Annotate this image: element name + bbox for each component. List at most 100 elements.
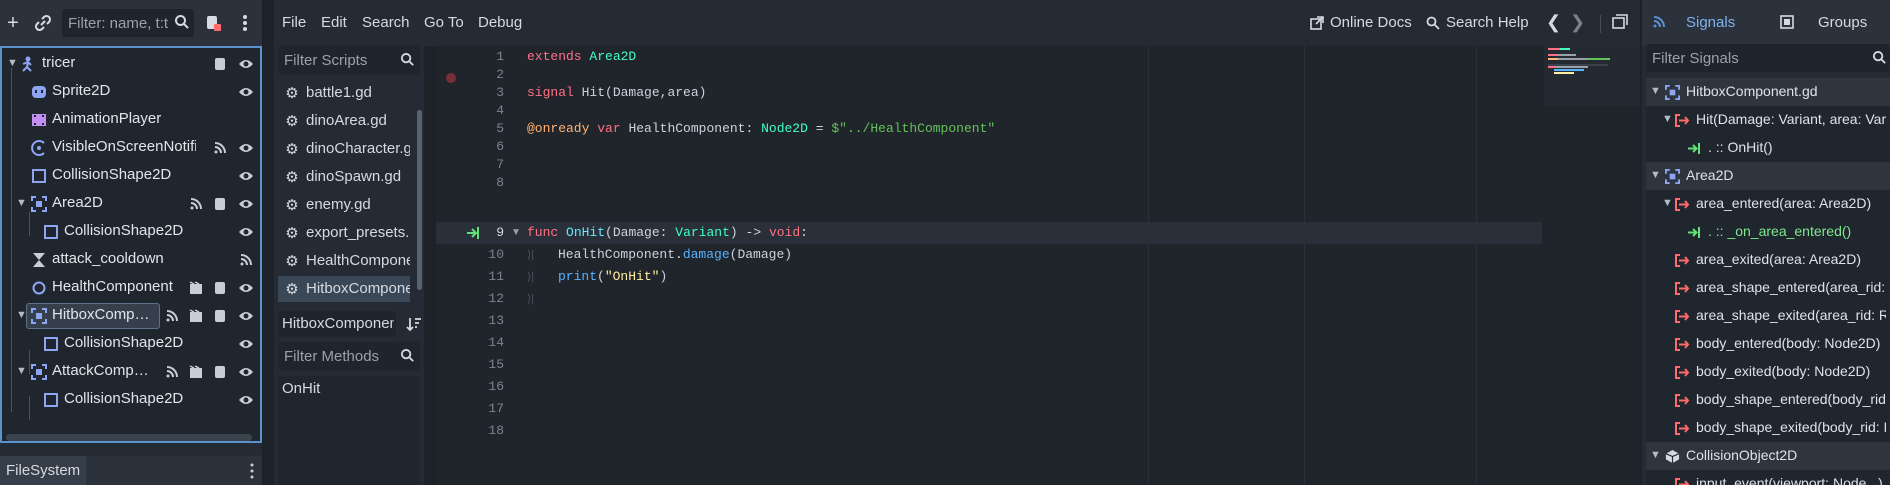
signal-connection-onhit[interactable]: . :: OnHit() xyxy=(1646,134,1890,162)
visibility-eye-icon[interactable] xyxy=(238,280,254,296)
chevron-down-icon[interactable]: ▼ xyxy=(16,309,27,321)
dock-splitter[interactable] xyxy=(262,0,274,485)
distraction-free-icon[interactable] xyxy=(1612,14,1628,34)
tree-node-area2d[interactable]: ▼ Area2D xyxy=(2,190,260,218)
signal-group-collisionobject2d[interactable]: ▼ CollisionObject2D xyxy=(1646,442,1890,470)
signal-icon[interactable] xyxy=(212,140,228,156)
chevron-down-icon[interactable]: ▼ xyxy=(1650,169,1661,181)
script-item-export-presets[interactable]: ⚙ export_presets.cfg xyxy=(278,220,410,246)
instance-icon[interactable] xyxy=(188,364,204,380)
signal-input-event[interactable]: input_event(viewport: Node...) xyxy=(1646,470,1890,485)
script-item-dinospawn[interactable]: ⚙ dinoSpawn.gd xyxy=(278,164,410,190)
signal-area-shape-entered[interactable]: area_shape_entered(area_rid: RID...) xyxy=(1646,274,1890,302)
visibility-eye-icon[interactable] xyxy=(238,84,254,100)
method-item-onhit[interactable]: OnHit xyxy=(282,380,320,397)
chevron-down-icon[interactable]: ▼ xyxy=(1650,449,1661,461)
search-icon[interactable] xyxy=(1872,50,1887,69)
add-node-icon[interactable]: + xyxy=(0,10,26,36)
script-list-scrollbar[interactable] xyxy=(417,110,422,290)
script-icon[interactable] xyxy=(212,280,228,296)
search-help-button[interactable]: Search Help xyxy=(1426,14,1529,31)
signal-area-entered[interactable]: ▼ area_entered(area: Area2D) xyxy=(1646,190,1890,218)
tree-node-collisionshape2d[interactable]: CollisionShape2D xyxy=(2,218,260,246)
tree-node-collisionshape2d[interactable]: CollisionShape2D xyxy=(2,162,260,190)
signal-icon[interactable] xyxy=(164,308,180,324)
chevron-down-icon[interactable]: ▼ xyxy=(1662,197,1673,209)
chevron-down-icon[interactable]: ▼ xyxy=(16,197,27,209)
instance-icon[interactable] xyxy=(188,280,204,296)
search-icon[interactable] xyxy=(400,348,415,367)
tree-node-attackcomponent[interactable]: ▼ AttackComponent xyxy=(2,358,260,386)
script-item-dinocharacter[interactable]: ⚙ dinoCharacter.gd xyxy=(278,136,410,162)
signal-icon[interactable] xyxy=(164,364,180,380)
more-options-icon[interactable] xyxy=(232,10,258,36)
code-editor[interactable]: ▼ 1 2 3 4 5 6 7 8 9 10 11 12 13 14 15 16… xyxy=(436,46,1640,485)
tree-node-visibleonscreennotifier2d[interactable]: VisibleOnScreenNotifier2D xyxy=(2,134,260,162)
scene-filter-input[interactable] xyxy=(68,13,168,33)
code-minimap[interactable] xyxy=(1544,46,1640,106)
visibility-eye-icon[interactable] xyxy=(238,224,254,240)
script-filter-input[interactable] xyxy=(284,50,394,70)
script-item-healthcomponent[interactable]: ⚙ HealthComponent.gd xyxy=(278,248,410,274)
tree-node-animationplayer[interactable]: AnimationPlayer xyxy=(2,106,260,134)
signals-filter-input[interactable] xyxy=(1652,48,1852,68)
tree-node-collisionshape2d[interactable]: CollisionShape2D xyxy=(2,330,260,358)
signal-connection-on-area-entered[interactable]: . :: _on_area_entered() xyxy=(1646,218,1890,246)
script-icon[interactable] xyxy=(212,56,228,72)
tree-node-tricer[interactable]: ▼ tricer xyxy=(2,50,260,78)
script-item-dinoarea[interactable]: ⚙ dinoArea.gd xyxy=(278,108,410,134)
instance-icon[interactable] xyxy=(188,308,204,324)
script-icon[interactable] xyxy=(212,196,228,212)
script-item-battle1[interactable]: ⚙ battle1.gd xyxy=(278,80,410,106)
signal-body-shape-entered[interactable]: body_shape_entered(body_rid: RID...) xyxy=(1646,386,1890,414)
tree-node-healthcomponent[interactable]: HealthComponent xyxy=(2,274,260,302)
signal-icon[interactable] xyxy=(238,252,254,268)
tree-node-collisionshape2d[interactable]: CollisionShape2D xyxy=(2,386,260,414)
visibility-eye-icon[interactable] xyxy=(238,196,254,212)
tab-groups[interactable]: Groups xyxy=(1818,14,1867,31)
menu-debug[interactable]: Debug xyxy=(478,14,522,31)
horizontal-scrollbar[interactable] xyxy=(6,434,252,441)
visibility-eye-icon[interactable] xyxy=(238,392,254,408)
visibility-eye-icon[interactable] xyxy=(238,336,254,352)
script-icon[interactable] xyxy=(212,308,228,324)
signal-body-exited[interactable]: body_exited(body: Node2D) xyxy=(1646,358,1890,386)
script-item-hitboxcomponent[interactable]: ⚙ HitboxComponent.gd xyxy=(278,276,410,302)
visibility-eye-icon[interactable] xyxy=(238,168,254,184)
visibility-eye-icon[interactable] xyxy=(238,56,254,72)
visibility-eye-icon[interactable] xyxy=(238,364,254,380)
chevron-down-icon[interactable]: ▼ xyxy=(16,365,27,377)
visibility-eye-icon[interactable] xyxy=(238,140,254,156)
signal-icon[interactable] xyxy=(188,196,204,212)
menu-search[interactable]: Search xyxy=(362,14,410,31)
chevron-down-icon[interactable]: ▼ xyxy=(1662,113,1673,125)
search-icon[interactable] xyxy=(400,52,415,71)
signal-body-entered[interactable]: body_entered(body: Node2D) xyxy=(1646,330,1890,358)
sort-icon[interactable] xyxy=(406,316,422,336)
signal-body-shape-exited[interactable]: body_shape_exited(body_rid: RID...) xyxy=(1646,414,1890,442)
script-item-enemy[interactable]: ⚙ enemy.gd xyxy=(278,192,410,218)
signals-tree[interactable]: ▼ HitboxComponent.gd ▼ Hit(Damage: Varia… xyxy=(1646,78,1890,485)
tab-signals[interactable]: Signals xyxy=(1686,14,1735,31)
fold-chevron-icon[interactable]: ▼ xyxy=(511,227,521,238)
methods-filter-input[interactable] xyxy=(284,346,394,366)
filesystem-tab[interactable]: FileSystem xyxy=(0,456,87,485)
chevron-down-icon[interactable]: ▼ xyxy=(7,57,18,69)
scene-tree[interactable]: ▼ tricer Sprite2D AnimationPlayer Visibl… xyxy=(0,46,262,443)
tree-node-hitboxcomponent[interactable]: ▼ HitboxComponent xyxy=(2,302,260,330)
signal-area-exited[interactable]: area_exited(area: Area2D) xyxy=(1646,246,1890,274)
signal-hit[interactable]: ▼ Hit(Damage: Variant, area: Variant) xyxy=(1646,106,1890,134)
menu-edit[interactable]: Edit xyxy=(321,14,347,31)
online-docs-button[interactable]: Online Docs xyxy=(1310,14,1412,31)
nav-back-icon[interactable]: ❮ xyxy=(1546,12,1561,33)
nav-forward-icon[interactable]: ❯ xyxy=(1570,12,1585,33)
more-options-icon[interactable] xyxy=(250,463,254,483)
tree-node-sprite2d[interactable]: Sprite2D xyxy=(2,78,260,106)
visibility-eye-icon[interactable] xyxy=(238,308,254,324)
menu-file[interactable]: File xyxy=(282,14,306,31)
signal-group-hitboxcomponent[interactable]: ▼ HitboxComponent.gd xyxy=(1646,78,1890,106)
attach-script-icon[interactable] xyxy=(200,10,226,36)
search-icon[interactable] xyxy=(174,14,190,34)
chevron-down-icon[interactable]: ▼ xyxy=(1650,85,1661,97)
tree-node-attack-cooldown[interactable]: attack_cooldown xyxy=(2,246,260,274)
